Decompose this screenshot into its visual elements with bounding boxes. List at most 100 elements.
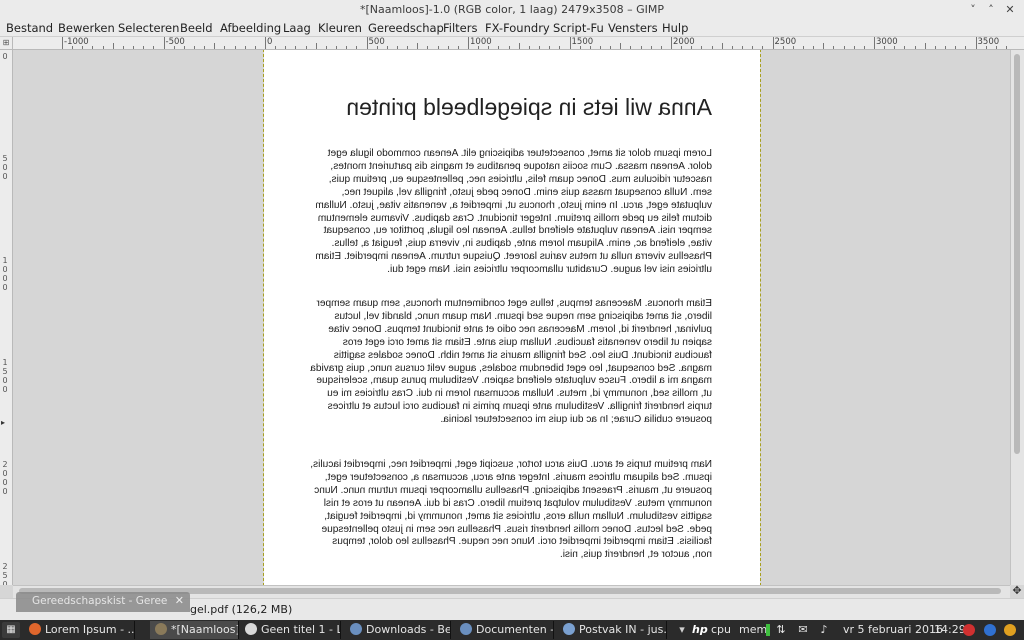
ruler-subtick <box>792 46 794 49</box>
ruler-subtick <box>965 46 967 49</box>
ruler-subtick <box>589 46 591 49</box>
ruler-subtick <box>488 46 490 49</box>
vertical-ruler-label: 1 5 0 0 <box>2 358 8 394</box>
ruler-subtick <box>427 46 429 49</box>
menu-selecteren[interactable]: Selecteren <box>118 21 179 35</box>
task-label: Geen titel 1 - Li... <box>261 623 340 636</box>
menu-gereedschap[interactable]: Gereedschap <box>368 21 444 35</box>
clock-label[interactable]: 14:29 <box>934 623 966 636</box>
mem-monitor-label[interactable]: mem <box>739 623 767 636</box>
ruler-subtick <box>133 46 135 49</box>
ruler-subtick <box>214 43 216 49</box>
canvas-area[interactable]: Anna wil iets in spiegelbeeld printen Lo… <box>13 50 1010 585</box>
ruler-subtick <box>650 46 652 49</box>
menu-laag[interactable]: Laag <box>283 21 311 35</box>
ruler-subtick <box>985 46 987 49</box>
menu-vensters[interactable]: Vensters <box>608 21 658 35</box>
menu-fx-foundry[interactable]: FX-Foundry <box>485 21 550 35</box>
taskbar-task[interactable]: Lorem Ipsum - ... <box>24 621 135 639</box>
ruler-subtick <box>244 46 246 49</box>
menu-afbeelding[interactable]: Afbeelding <box>220 21 281 35</box>
horizontal-ruler[interactable]: -1000 -500 0 500 1000 1500 2000 2500 3000 3500 <box>13 37 1010 49</box>
ruler-subtick <box>254 46 256 49</box>
ruler-subtick <box>204 46 206 49</box>
task-app-icon <box>563 623 575 635</box>
title-bar: *[Naamloos]-1.0 (RGB color, 1 laag) 2479… <box>0 0 1024 21</box>
toolbox-window[interactable]: Gereedschapskist - Geree ✕ <box>16 592 190 612</box>
cpu-monitor-label[interactable]: cpu <box>711 623 731 636</box>
toolbox-close-icon[interactable]: ✕ <box>175 594 184 607</box>
ruler-subtick <box>823 43 825 49</box>
taskbar-task[interactable]: Downloads - Be... <box>345 621 451 639</box>
mirrored-document: Anna wil iets in spiegelbeeld printen Lo… <box>264 50 760 585</box>
menu-hulp[interactable]: Hulp <box>662 21 688 35</box>
ruler-subtick <box>630 46 632 49</box>
memory-bar-icon <box>766 624 770 636</box>
paragraph-2: Etiam rhoncus. Maecenas tempus, tellus e… <box>310 298 712 426</box>
taskbar-task[interactable]: Postvak IN - jus... <box>558 621 667 639</box>
ruler-subtick <box>742 46 744 49</box>
ruler-subtick <box>417 43 419 49</box>
ruler-subtick <box>112 43 114 49</box>
navigate-icon[interactable]: ✥ <box>1010 585 1024 597</box>
taskbar-task[interactable]: *[Naamloos]-1.... <box>150 621 239 639</box>
menu-bewerken[interactable]: Bewerken <box>58 21 115 35</box>
task-label: Downloads - Be... <box>366 623 451 636</box>
vertical-ruler[interactable]: 0 5 0 0 1 0 0 0 1 5 0 0 2 0 0 0 2 5 0 0 <box>0 50 13 585</box>
document-heading: Anna wil iets in spiegelbeeld printen <box>346 94 712 120</box>
task-label: Lorem Ipsum - ... <box>45 623 135 636</box>
start-menu-icon[interactable]: ▦ <box>2 622 20 638</box>
ruler-subtick <box>437 46 439 49</box>
shutdown-icon[interactable] <box>963 624 975 636</box>
speaker-small-icon[interactable]: ▾ <box>676 624 688 636</box>
vertical-ruler-label: 2 5 0 0 <box>2 562 8 585</box>
menu-bar: Bestand Bewerken Selecteren Beeld Afbeel… <box>0 20 1024 37</box>
vertical-scroll-thumb[interactable] <box>1014 54 1020 454</box>
ruler-subtick <box>325 46 327 49</box>
ruler-subtick <box>539 46 541 49</box>
quick-mask-corner[interactable]: ⊞ <box>0 37 13 49</box>
chrome-icon[interactable] <box>1004 624 1016 636</box>
menu-filters[interactable]: Filters <box>443 21 477 35</box>
ruler-subtick <box>924 43 926 49</box>
ruler-subtick <box>122 46 124 49</box>
task-app-icon <box>460 623 472 635</box>
ruler-subtick <box>579 46 581 49</box>
ruler-subtick <box>610 46 612 49</box>
ruler-subtick <box>396 46 398 49</box>
browser-icon[interactable] <box>984 624 996 636</box>
hp-tray-icon[interactable]: hp <box>692 623 708 636</box>
ruler-tick <box>468 37 469 49</box>
vertical-scrollbar[interactable] <box>1010 50 1024 585</box>
ruler-subtick <box>752 46 754 49</box>
paragraph-3: Nam pretium turpis et arcu. Duis arcu to… <box>310 459 712 561</box>
ruler-subtick <box>711 46 713 49</box>
ruler-subtick <box>376 46 378 49</box>
ruler-label: -500 <box>165 37 185 47</box>
ruler-subtick <box>681 46 683 49</box>
ruler-subtick <box>82 46 84 49</box>
taskbar-task[interactable]: Geen titel 1 - Li... <box>240 621 341 639</box>
ruler-subtick <box>447 46 449 49</box>
minimize-icon[interactable]: ˅ <box>966 3 980 17</box>
menu-bestand[interactable]: Bestand <box>6 21 53 35</box>
taskbar-task[interactable]: Documenten - ... <box>455 621 554 639</box>
ruler-subtick <box>884 46 886 49</box>
menu-script-fu[interactable]: Script-Fu <box>553 21 604 35</box>
menu-beeld[interactable]: Beeld <box>180 21 213 35</box>
ruler-subtick <box>143 46 145 49</box>
ruler-subtick <box>183 46 185 49</box>
close-icon[interactable]: ✕ <box>1003 3 1017 17</box>
maximize-icon[interactable]: ˄ <box>984 3 998 17</box>
network-icon[interactable]: ⇅ <box>775 624 787 636</box>
ruler-subtick <box>762 46 764 49</box>
ruler-subtick <box>305 46 307 49</box>
ruler-subtick <box>285 46 287 49</box>
task-label: *[Naamloos]-1.... <box>171 623 238 636</box>
volume-icon[interactable]: ♪ <box>818 624 830 636</box>
mail-icon[interactable]: ✉ <box>797 624 809 636</box>
menu-kleuren[interactable]: Kleuren <box>318 21 362 35</box>
left-dock-arrow-icon[interactable]: ▸ <box>1 418 5 427</box>
image-page[interactable]: Anna wil iets in spiegelbeeld printen Lo… <box>263 50 761 585</box>
date-label[interactable]: vr 5 februari 2016 <box>843 623 943 636</box>
